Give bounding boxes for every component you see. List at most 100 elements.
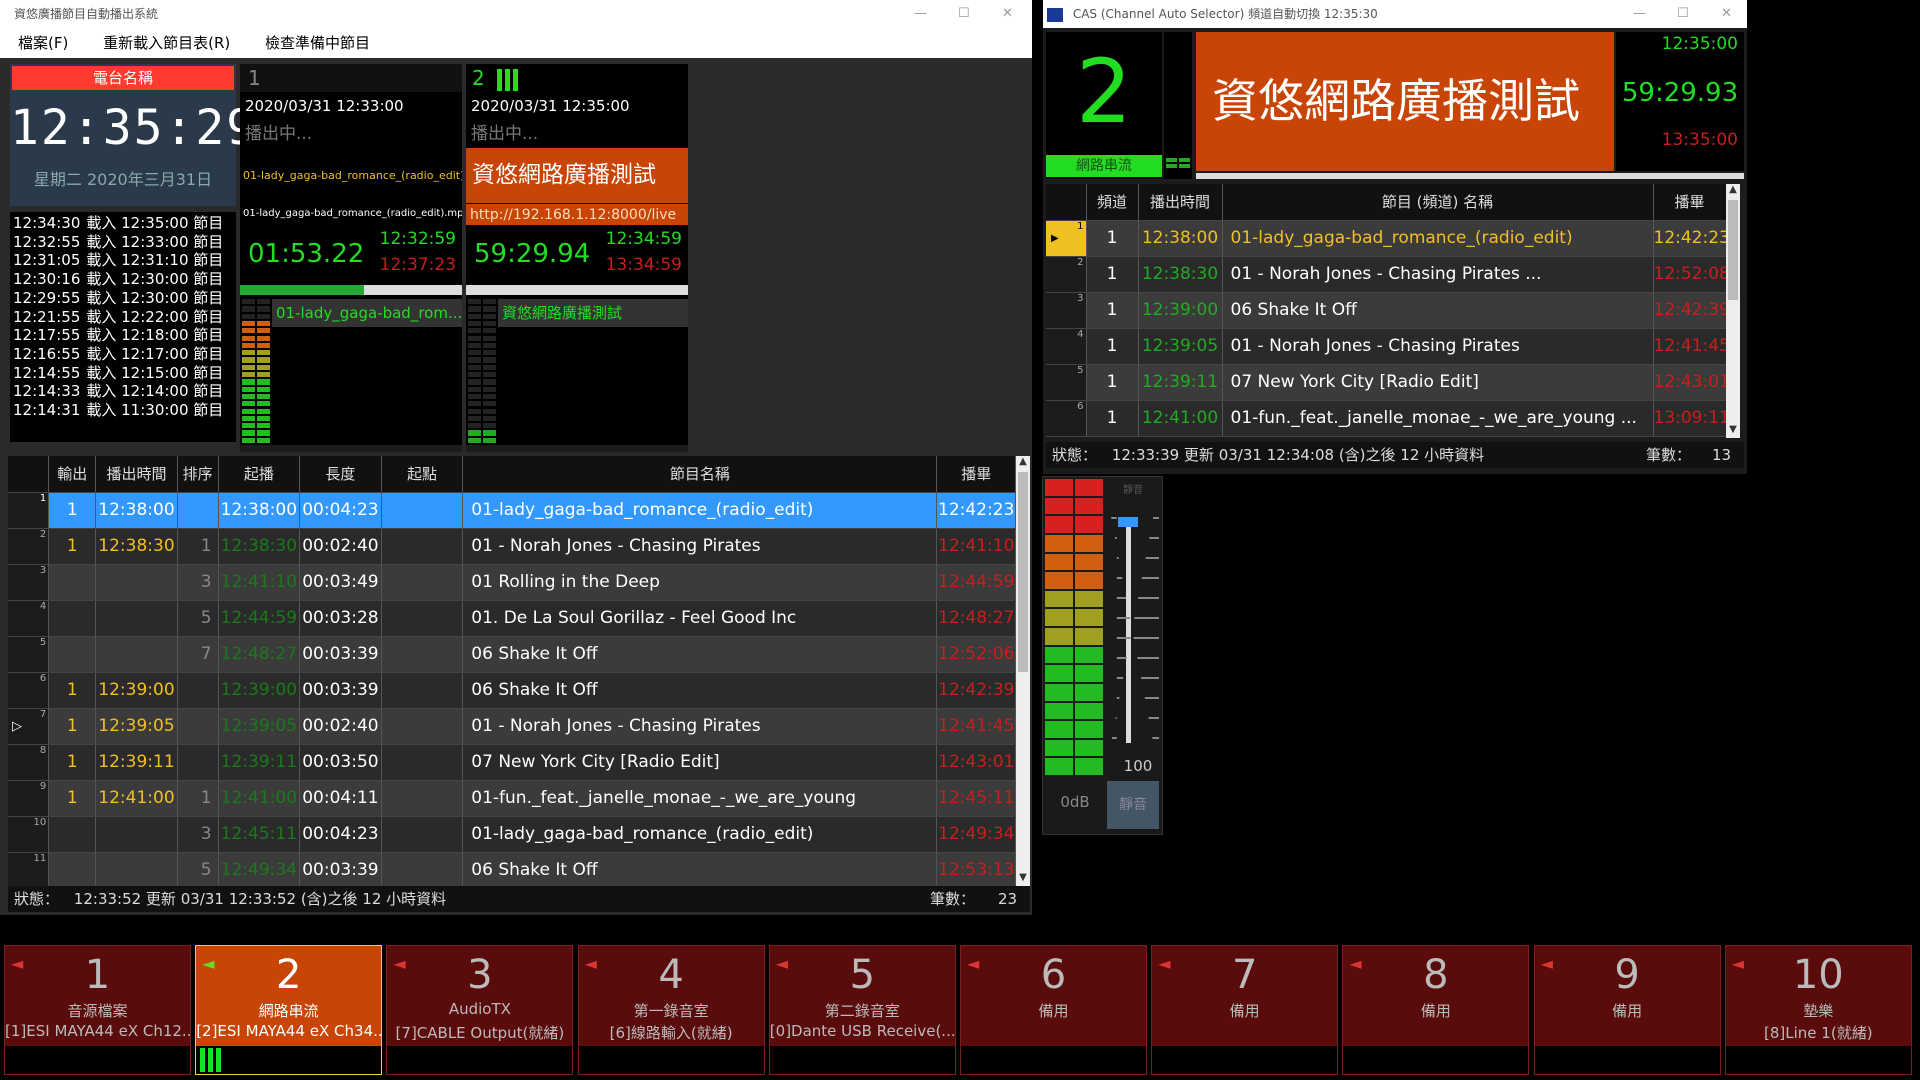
cell-point — [381, 780, 464, 817]
meter-segment — [1075, 758, 1103, 775]
cas-table-row[interactable]: 5 1 12:39:11 07 New York City [Radio Edit] 1… — [1046, 364, 1726, 401]
meter-segment — [257, 357, 270, 363]
cas-cell-end: 13:09:11 — [1653, 400, 1726, 437]
cell-output — [48, 600, 97, 637]
deck-2-number: 2 — [472, 66, 485, 90]
menu-check[interactable]: 檢查準備中節目 — [265, 34, 370, 52]
cas-col-name[interactable]: 節目 (頻道) 名稱 — [1222, 184, 1654, 221]
log-message: 載入 12:35:00 節目 — [86, 214, 224, 232]
menu-file[interactable]: 檔案(F) — [18, 34, 68, 52]
cas-maximize-icon[interactable]: ☐ — [1677, 0, 1689, 28]
channel-tile-2[interactable]: ◄ 2 網路串流 [2]ESI MAYA44 eX Ch34... — [195, 945, 383, 1075]
log-entry: 12:29:55 載入 12:30:00 節目 — [13, 289, 233, 308]
channel-tile-7[interactable]: ◄ 7 備用 — [1151, 945, 1339, 1075]
table-row[interactable]: 5 7 12:48:27 00:03:39 06 Shake It Off 12:52:0… — [8, 636, 1016, 673]
table-row[interactable]: 6 1 12:39:00 12:39:00 00:03:39 06 Shake It Of… — [8, 672, 1016, 709]
cell-name: 01 Rolling in the Deep — [462, 564, 938, 601]
cas-col-channel[interactable]: 頻道 — [1086, 184, 1139, 221]
channel-number: 8 — [1423, 952, 1449, 998]
channel-tile-4[interactable]: ◄ 4 第一錄音室 [6]線路輸入(就緒) — [577, 945, 765, 1075]
channel-level-icon — [200, 1048, 223, 1072]
table-row[interactable]: 10 3 12:45:11 00:04:23 01-lady_gaga-bad_roma… — [8, 816, 1016, 853]
mute-button[interactable]: 靜音 — [1107, 781, 1159, 829]
table-row[interactable]: 2 1 12:38:30 1 12:38:30 00:02:40 01 - Norah Jo… — [8, 528, 1016, 565]
channel-tile-5[interactable]: ◄ 5 第二錄音室 [0]Dante USB Receive(... — [768, 945, 956, 1075]
cas-col-end[interactable]: 播畢 — [1653, 184, 1726, 221]
meter-segment — [483, 306, 496, 312]
cas-scroll-thumb[interactable] — [1728, 200, 1738, 300]
fader-ticks — [1111, 517, 1159, 743]
cell-seq: 7 — [177, 636, 219, 673]
cell-output: 1 — [48, 744, 97, 781]
channel-tile-3[interactable]: ◄ 3 AudioTX [7]CABLE Output(就緒) — [386, 945, 574, 1075]
table-row[interactable]: 8 1 12:39:11 12:39:11 00:03:50 07 New York Ci… — [8, 744, 1016, 781]
scroll-up-icon[interactable]: ▲ — [1016, 456, 1030, 470]
minimize-icon[interactable]: — — [914, 0, 927, 28]
channel-tile-9[interactable]: ◄ 9 備用 — [1533, 945, 1721, 1075]
cell-end: 12:52:06 — [936, 636, 1016, 673]
table-row[interactable]: 9 1 12:41:00 1 12:41:00 00:04:11 01-fun._feat.… — [8, 780, 1016, 817]
col-length[interactable]: 長度 — [299, 456, 382, 493]
channel-tile-8[interactable]: ◄ 8 備用 — [1342, 945, 1530, 1075]
cas-window-titlebar[interactable]: CAS (Channel Auto Selector) 頻道自動切換 12:35… — [1043, 0, 1747, 28]
table-row[interactable]: 11 5 12:49:34 00:03:39 06 Shake It Off 12:53:… — [8, 852, 1016, 886]
scroll-down-icon[interactable]: ▼ — [1016, 872, 1030, 886]
col-time[interactable]: 播出時間 — [95, 456, 178, 493]
meter-segment — [483, 328, 496, 334]
meter-segment — [468, 401, 481, 407]
table-row[interactable]: 3 3 12:41:10 00:03:49 01 Rolling in the Deep… — [8, 564, 1016, 601]
menu-reload[interactable]: 重新載入節目表(R) — [103, 34, 230, 52]
meter-segment — [468, 379, 481, 385]
cell-seq: 1 — [177, 528, 219, 565]
cas-table-row[interactable]: 2 1 12:38:30 01 - Norah Jones - Chasing Pir… — [1046, 256, 1726, 293]
cas-row-number: 2 — [1077, 256, 1084, 268]
cell-point — [381, 816, 464, 853]
channel-device: [8]Line 1(就緒) — [1764, 1024, 1873, 1042]
meter-segment — [468, 386, 481, 392]
meter-segment — [1075, 590, 1103, 608]
cas-status-bar: 狀態： 12:33:39 更新 03/31 12:34:08 (含)之後 12 … — [1046, 442, 1744, 468]
meter-segment — [257, 320, 270, 327]
table-row[interactable]: 7 ▷ 1 12:39:05 12:39:05 00:02:40 01 - Norah Jo… — [8, 708, 1016, 745]
meter-segment — [242, 364, 255, 370]
cas-scroll-down-icon[interactable]: ▼ — [1726, 424, 1740, 438]
cell-output — [48, 636, 97, 673]
cas-table-row[interactable]: 3 1 12:39:00 06 Shake It Off 12:42:39 — [1046, 292, 1726, 329]
maximize-icon[interactable]: ☐ — [958, 0, 970, 28]
table-row[interactable]: 1 1 12:38:00 12:38:00 00:04:23 01-lady_gaga-b… — [8, 492, 1016, 529]
cas-table-row[interactable]: 6 1 12:41:00 01-fun._feat._janelle_monae_-_… — [1046, 400, 1726, 437]
cell-start: 12:39:05 — [218, 708, 301, 745]
col-seq[interactable]: 排序 — [177, 456, 219, 493]
meter-segment — [1179, 158, 1190, 162]
channel-name: 墊樂 — [1803, 1002, 1834, 1020]
scroll-thumb[interactable] — [1018, 472, 1028, 672]
channel-tile-6[interactable]: ◄ 6 備用 — [960, 945, 1147, 1075]
row-number: 6 — [39, 672, 47, 684]
col-start[interactable]: 起播 — [218, 456, 301, 493]
row-number: 7 — [39, 708, 47, 720]
cas-table-row[interactable]: 4 1 12:39:05 01 - Norah Jones - Chasing Pir… — [1046, 328, 1726, 365]
main-window-titlebar[interactable]: 資悠廣播節目自動播出系統 — ☐ ✕ — [0, 0, 1032, 28]
schedule-scrollbar[interactable]: ▲ ▼ — [1016, 456, 1030, 886]
cas-scroll-up-icon[interactable]: ▲ — [1726, 184, 1740, 198]
cas-scrollbar[interactable]: ▲ ▼ — [1726, 184, 1740, 438]
table-row[interactable]: 4 5 12:44:59 00:03:28 01. De La Soul Gorilla… — [8, 600, 1016, 637]
channel-tile-10[interactable]: ◄ 10 墊樂 [8]Line 1(就緒) — [1724, 945, 1912, 1075]
cas-row-number: 6 — [1077, 400, 1084, 412]
meter-segment — [468, 430, 481, 436]
row-index: 7 ▷ — [8, 708, 50, 745]
col-name[interactable]: 節目名稱 — [462, 456, 938, 493]
cas-col-time[interactable]: 播出時間 — [1138, 184, 1223, 221]
col-output[interactable]: 輸出 — [48, 456, 97, 493]
channel-tile-1[interactable]: ◄ 1 音源檔案 [1]ESI MAYA44 eX Ch12... — [4, 945, 191, 1075]
cas-minimize-icon[interactable]: — — [1633, 0, 1646, 28]
deck-1-title: 01-lady_gaga-bad_romance_(radio_edit) — [240, 148, 462, 203]
cas-table-row[interactable]: 1 ▶ 1 12:38:00 01-lady_gaga-bad_romance_(rad… — [1046, 220, 1726, 257]
cell-end: 12:42:39 — [936, 672, 1016, 709]
col-end[interactable]: 播畢 — [936, 456, 1016, 493]
cas-close-icon[interactable]: ✕ — [1721, 0, 1732, 28]
cas-row-number: 4 — [1077, 328, 1084, 340]
close-icon[interactable]: ✕ — [1002, 0, 1013, 28]
fader-knob[interactable] — [1118, 517, 1138, 527]
col-point[interactable]: 起點 — [381, 456, 464, 493]
